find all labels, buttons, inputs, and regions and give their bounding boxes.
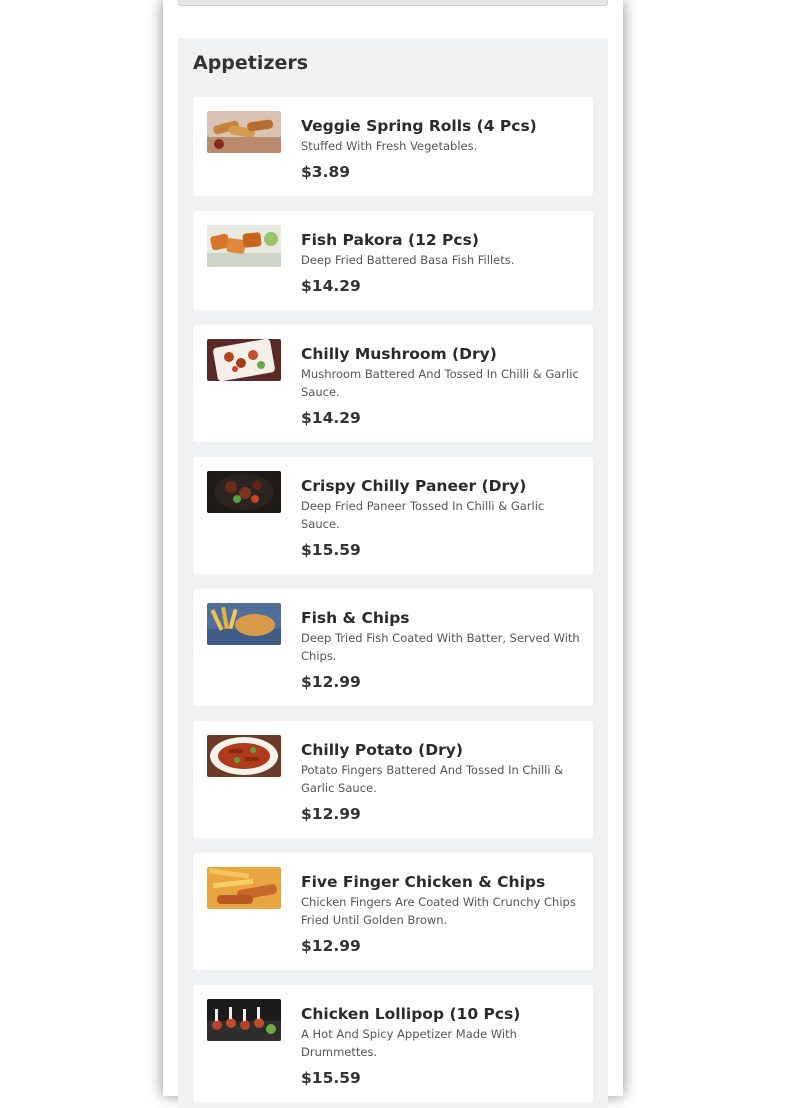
chilly-potato-image	[207, 735, 281, 777]
item-name: Fish Pakora (12 Pcs)	[301, 231, 479, 249]
item-name: Crispy Chilly Paneer (Dry)	[301, 477, 527, 495]
spring-rolls-image	[207, 111, 281, 153]
item-description: Deep Fried Battered Basa Fish Fillets.	[301, 253, 515, 267]
item-price: $14.29	[301, 409, 361, 427]
item-name: Chicken Lollipop (10 Pcs)	[301, 1005, 521, 1023]
menu-item-fish-and-chips[interactable]: Fish & Chips Deep Tried Fish Coated With…	[193, 589, 593, 706]
item-name: Fish & Chips	[301, 609, 410, 627]
item-description: A Hot And Spicy Appetizer Made With Drum…	[301, 1027, 517, 1059]
item-description: Mushroom Battered And Tossed In Chilli &…	[301, 367, 579, 399]
chicken-fingers-image	[207, 867, 281, 909]
item-description: Deep Fried Paneer Tossed In Chilli & Gar…	[301, 499, 545, 531]
item-description: Potato Fingers Battered And Tossed In Ch…	[301, 763, 564, 795]
item-price: $15.59	[301, 1069, 361, 1087]
item-price: $12.99	[301, 937, 361, 955]
menu-item-five-finger-chicken[interactable]: Five Finger Chicken & Chips Chicken Fing…	[193, 853, 593, 970]
item-name: Veggie Spring Rolls (4 Pcs)	[301, 117, 537, 135]
item-description: Stuffed With Fresh Vegetables.	[301, 139, 478, 153]
menu-item-crispy-chilly-paneer[interactable]: Crispy Chilly Paneer (Dry) Deep Fried Pa…	[193, 457, 593, 574]
item-price: $12.99	[301, 673, 361, 691]
fish-pakora-image	[207, 225, 281, 267]
menu-item-fish-pakora[interactable]: Fish Pakora (12 Pcs) Deep Fried Battered…	[193, 211, 593, 310]
item-name: Chilly Mushroom (Dry)	[301, 345, 497, 363]
item-price: $3.89	[301, 163, 351, 181]
fish-chips-image	[207, 603, 281, 645]
menu-item-chilly-mushroom[interactable]: Chilly Mushroom (Dry) Mushroom Battered …	[193, 325, 593, 442]
item-name: Five Finger Chicken & Chips	[301, 873, 546, 891]
top-search-bar[interactable]	[178, 0, 608, 6]
chilly-mushroom-image	[207, 339, 281, 381]
item-price: $14.29	[301, 277, 361, 295]
item-description: Chicken Fingers Are Coated With Crunchy …	[301, 895, 576, 927]
section-title: Appetizers	[193, 52, 309, 74]
item-price: $15.59	[301, 541, 361, 559]
chilly-paneer-image	[207, 471, 281, 513]
item-description: Deep Tried Fish Coated With Batter, Serv…	[301, 631, 580, 663]
menu-item-chicken-lollipop[interactable]: Chicken Lollipop (10 Pcs) A Hot And Spic…	[193, 985, 593, 1102]
item-price: $12.99	[301, 805, 361, 823]
menu-page: Appetizers Veggie Spring Rolls (4 Pcs) S…	[163, 0, 623, 1108]
appetizers-section: Appetizers Veggie Spring Rolls (4 Pcs) S…	[178, 38, 608, 1108]
chicken-lollipop-image	[207, 999, 281, 1041]
menu-item-chilly-potato[interactable]: Chilly Potato (Dry) Potato Fingers Batte…	[193, 721, 593, 838]
menu-item-veggie-spring-rolls[interactable]: Veggie Spring Rolls (4 Pcs) Stuffed With…	[193, 97, 593, 196]
item-name: Chilly Potato (Dry)	[301, 741, 463, 759]
